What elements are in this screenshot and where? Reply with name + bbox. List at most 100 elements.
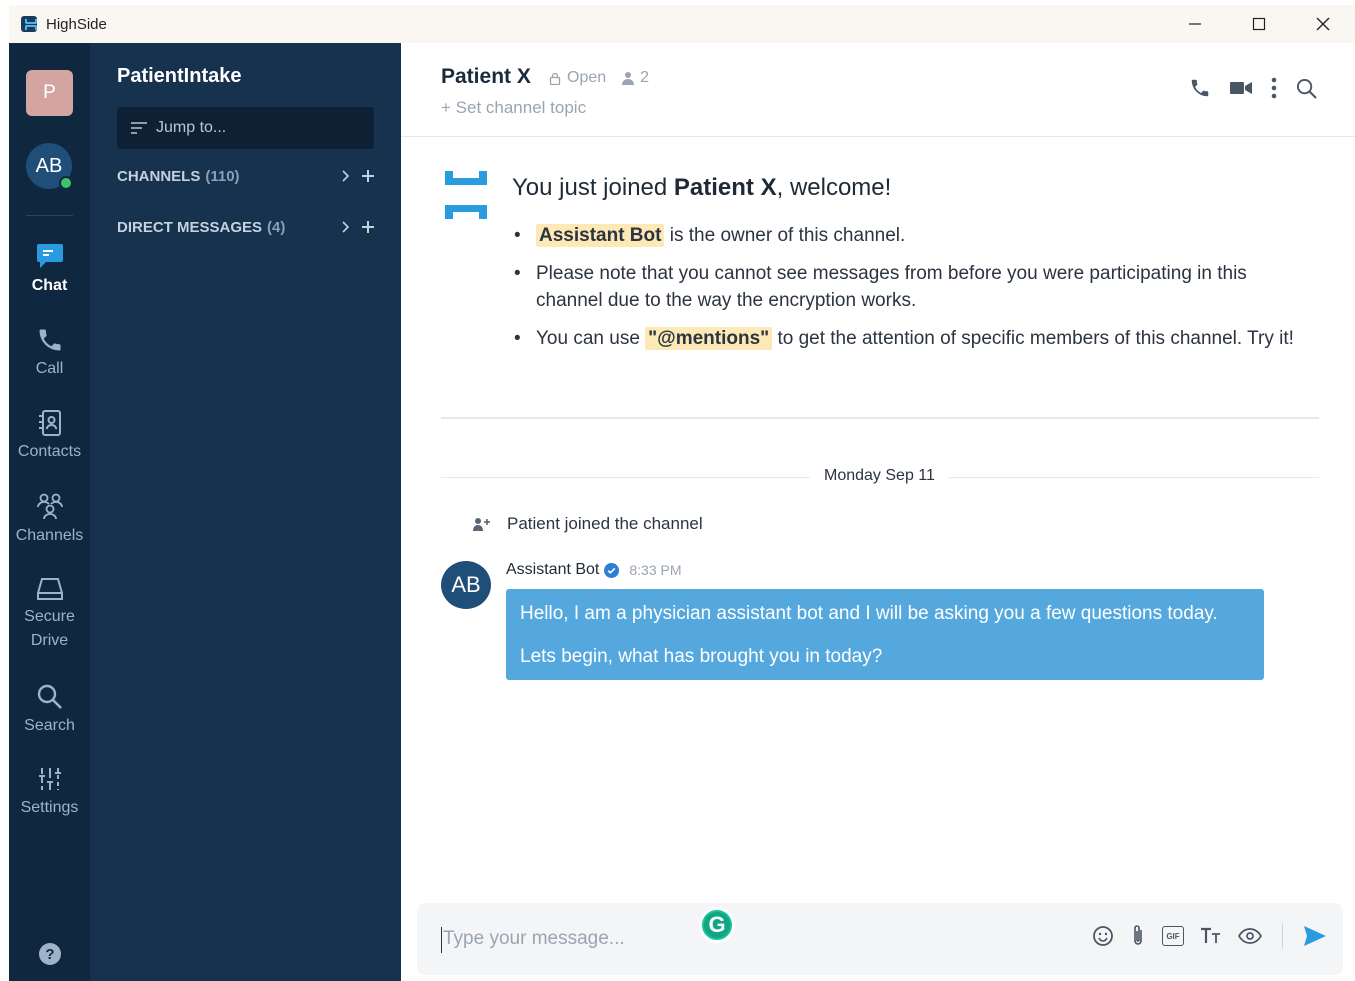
- app-logo-icon: [21, 16, 37, 32]
- add-channel-icon[interactable]: [362, 170, 374, 182]
- system-message: Patient joined the channel: [473, 514, 703, 534]
- rail-item-call[interactable]: Call: [9, 326, 90, 378]
- member-icon: [622, 72, 635, 85]
- close-icon: [1316, 17, 1330, 31]
- phone-icon: [39, 329, 60, 351]
- mentions-highlight: "@mentions": [645, 327, 773, 350]
- dm-count: (4): [267, 218, 286, 236]
- maximize-icon: [1252, 17, 1266, 31]
- message-line-1: Hello, I am a physician assistant bot an…: [520, 603, 1218, 624]
- workspace-avatar[interactable]: P: [26, 70, 73, 116]
- chevron-right-icon[interactable]: [342, 221, 350, 233]
- rail-label-contacts: Contacts: [17, 443, 82, 460]
- minimize-icon: [1189, 23, 1201, 25]
- rail-item-chat[interactable]: Chat: [9, 241, 90, 295]
- gif-label: GIF: [1166, 931, 1180, 941]
- grammarly-icon[interactable]: G: [699, 907, 735, 943]
- header-actions: [1189, 77, 1317, 99]
- highside-logo-icon: [445, 171, 487, 219]
- message-input[interactable]: Type your message...: [443, 928, 625, 950]
- workspace-name[interactable]: PatientIntake: [117, 65, 241, 88]
- call-icon[interactable]: [1189, 77, 1211, 99]
- welcome-divider: [441, 417, 1319, 419]
- rail-item-channels[interactable]: Channels: [9, 491, 90, 545]
- rail-divider: [26, 215, 73, 216]
- window-controls: [1163, 5, 1355, 43]
- minimize-button[interactable]: [1163, 5, 1227, 43]
- welcome-notes: Assistant Bot is the owner of this chann…: [512, 222, 1312, 363]
- main-panel: Patient X Open 2 + Set channel topic You…: [401, 43, 1355, 981]
- close-button[interactable]: [1291, 5, 1355, 43]
- rail-item-contacts[interactable]: Contacts: [9, 409, 90, 461]
- title-bar: HighSide: [9, 5, 1355, 43]
- text-caret: [441, 927, 442, 953]
- rail-label-settings: Settings: [20, 799, 79, 816]
- rail-item-settings[interactable]: Settings: [9, 765, 90, 817]
- rail-item-secure-drive[interactable]: Secure Drive: [9, 575, 90, 653]
- add-dm-icon[interactable]: [362, 221, 374, 233]
- note-encryption: Please note that you cannot see messages…: [512, 260, 1312, 314]
- settings-icon: [38, 768, 61, 790]
- channel-header: Patient X Open 2 + Set channel topic: [401, 43, 1355, 137]
- jump-to-placeholder: Jump to...: [156, 119, 227, 136]
- emoji-icon[interactable]: [1092, 925, 1114, 947]
- note-owner-text: is the owner of this channel.: [664, 225, 906, 246]
- jump-to-input[interactable]: Jump to...: [117, 107, 374, 149]
- channel-sidebar: PatientIntake Jump to... CHANNELS (110) …: [90, 43, 401, 981]
- text-format-icon[interactable]: [1200, 927, 1222, 945]
- direct-messages-section[interactable]: DIRECT MESSAGES (4): [117, 215, 374, 239]
- composer-actions: GIF: [1092, 923, 1327, 949]
- set-channel-topic-link[interactable]: + Set channel topic: [441, 98, 586, 118]
- rail-label-secure: Secure: [24, 608, 75, 625]
- message-composer[interactable]: Type your message... GIF: [417, 903, 1343, 975]
- message-line-2: Lets begin, what has brought you in toda…: [520, 646, 883, 667]
- welcome-prefix: You just joined: [512, 174, 674, 201]
- chevron-right-icon[interactable]: [342, 170, 350, 182]
- channels-count: (110): [205, 167, 240, 185]
- message-bubble: Hello, I am a physician assistant bot an…: [506, 589, 1264, 680]
- message-author[interactable]: Assistant Bot: [506, 561, 599, 579]
- search-icon: [37, 684, 62, 709]
- more-options-icon[interactable]: [1271, 77, 1277, 99]
- channel-status: Open: [567, 69, 607, 86]
- user-joined-icon: [473, 518, 490, 531]
- rail-label-drive: Drive: [30, 632, 69, 649]
- rail-label-chat: Chat: [31, 277, 68, 294]
- send-icon[interactable]: [1303, 925, 1327, 947]
- owner-mention[interactable]: Assistant Bot: [536, 224, 665, 247]
- video-call-icon[interactable]: [1230, 80, 1252, 96]
- verified-badge-icon: [604, 562, 620, 578]
- message-timestamp: 8:33 PM: [629, 562, 682, 578]
- chat-icon: [36, 244, 63, 268]
- rail-label-call: Call: [35, 360, 64, 377]
- maximize-button[interactable]: [1227, 5, 1291, 43]
- rail-item-search[interactable]: Search: [9, 683, 90, 735]
- contacts-icon: [38, 410, 61, 436]
- channel-meta: Open 2: [549, 69, 649, 87]
- note-owner: Assistant Bot is the owner of this chann…: [512, 222, 1312, 249]
- member-count[interactable]: 2: [640, 69, 649, 87]
- welcome-channel-name: Patient X: [673, 174, 777, 201]
- welcome-suffix: , welcome!: [776, 174, 892, 201]
- welcome-title: You just joined Patient X, welcome!: [512, 174, 891, 202]
- channel-title: Patient X: [441, 65, 531, 88]
- dm-label: DIRECT MESSAGES: [117, 218, 263, 236]
- attachment-icon[interactable]: [1130, 924, 1146, 948]
- search-channel-icon[interactable]: [1296, 78, 1317, 99]
- channels-icon: [36, 493, 63, 520]
- nav-rail: P AB Chat Call Contacts Channels Secure …: [9, 43, 90, 981]
- composer-separator: [1282, 923, 1283, 949]
- help-icon[interactable]: ?: [39, 943, 61, 965]
- gif-icon[interactable]: GIF: [1162, 926, 1184, 946]
- channels-section[interactable]: CHANNELS (110): [117, 164, 374, 188]
- date-label: Monday Sep 11: [810, 467, 949, 485]
- rail-label-search: Search: [24, 717, 75, 734]
- channels-label: CHANNELS: [117, 167, 201, 185]
- drive-icon: [36, 578, 63, 600]
- filter-icon: [131, 122, 147, 134]
- message-avatar[interactable]: AB: [441, 561, 491, 609]
- preview-eye-icon[interactable]: [1238, 928, 1262, 944]
- lock-icon: [549, 72, 561, 85]
- grammarly-badge: G: [704, 912, 730, 938]
- note-mentions-pre: You can use: [536, 328, 646, 349]
